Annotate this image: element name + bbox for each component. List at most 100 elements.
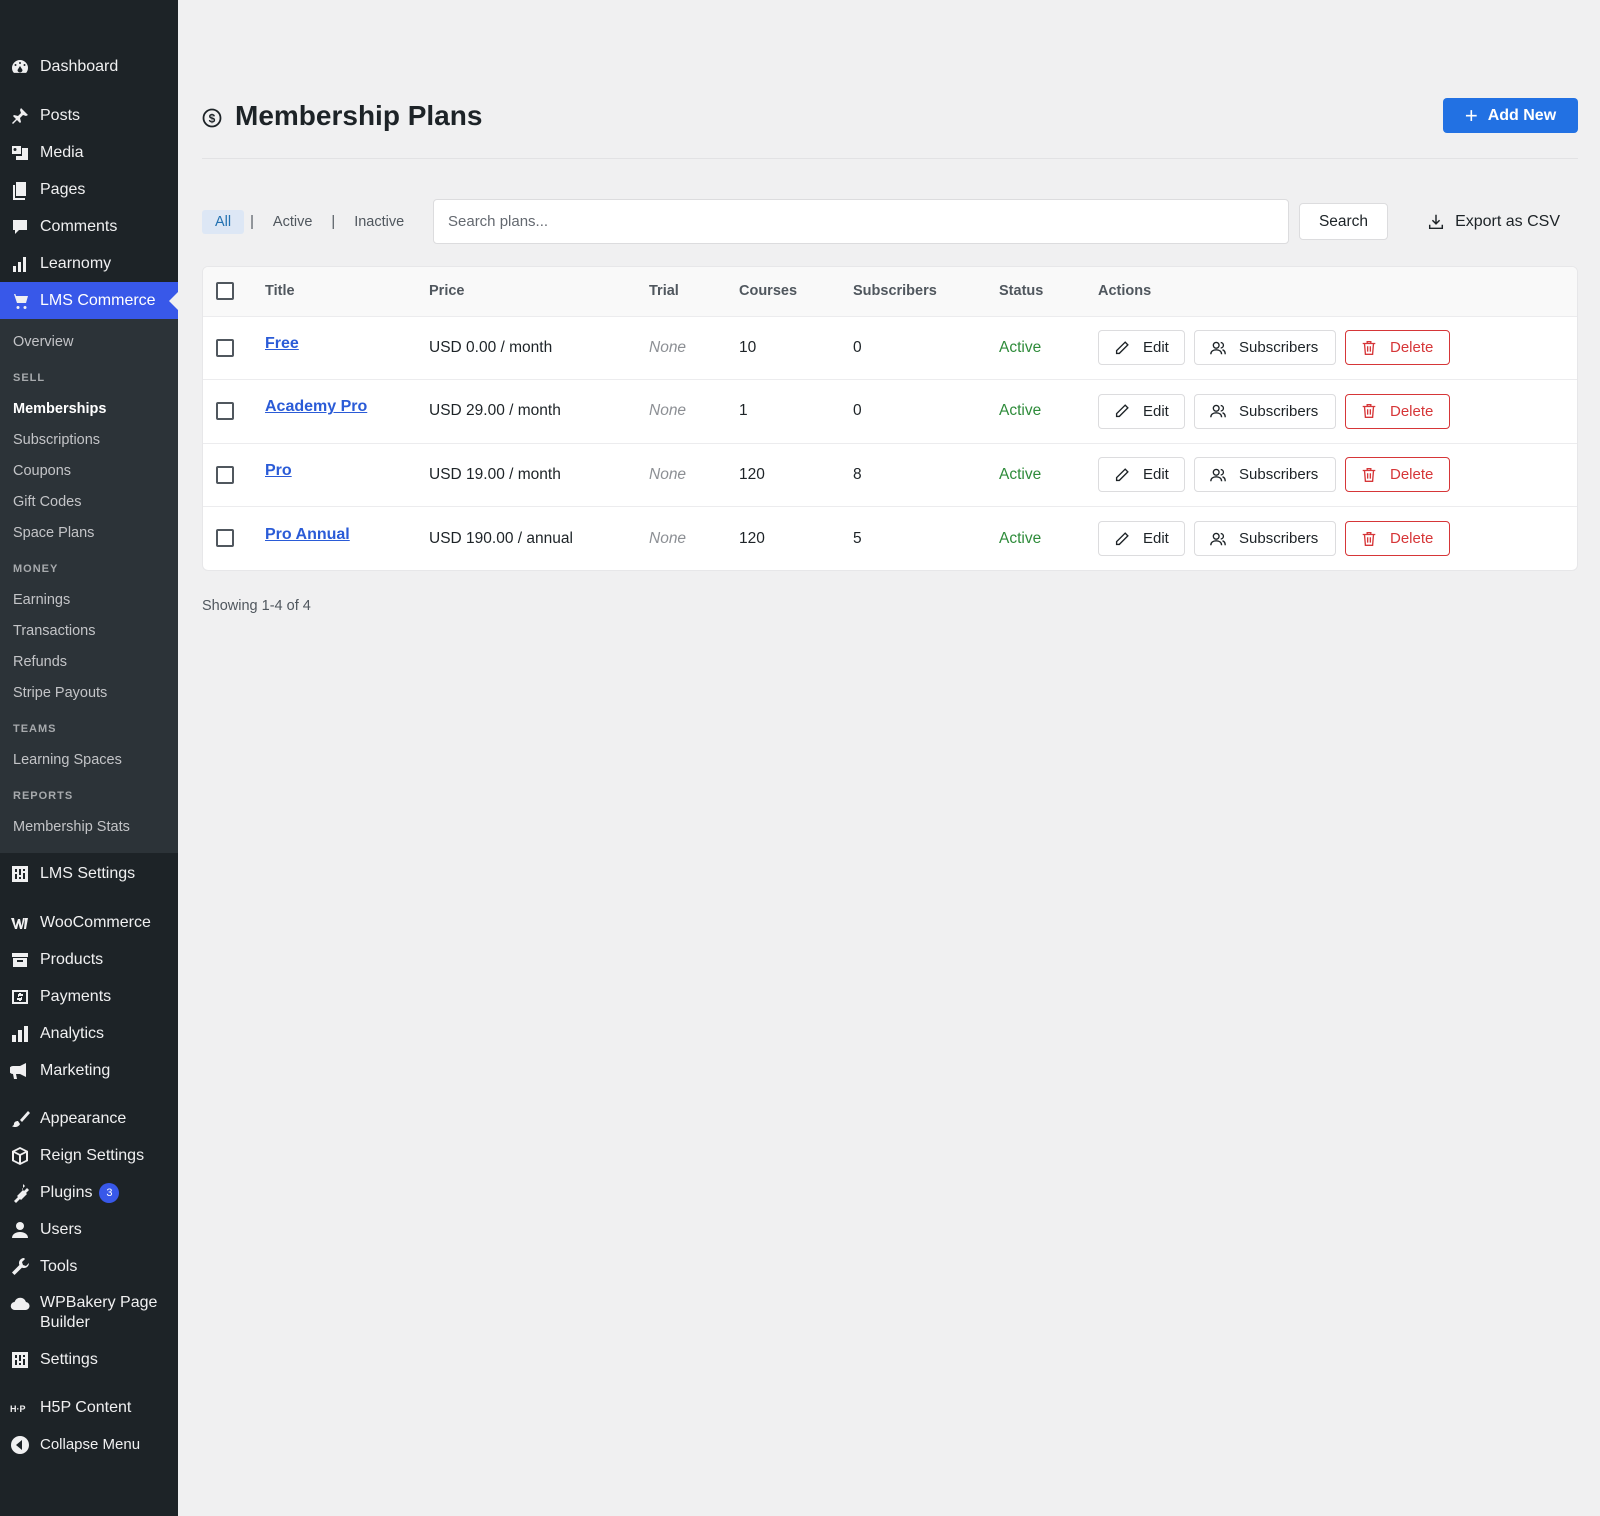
edit-button[interactable]: Edit <box>1098 393 1185 429</box>
view-subscribers-button[interactable]: Subscribers <box>1194 521 1336 556</box>
column-header-subscribers[interactable]: Subscribers <box>853 267 999 317</box>
sidebar-item-users[interactable]: Users <box>0 1211 178 1248</box>
sidebar-item-comments[interactable]: Comments <box>0 208 178 245</box>
table-row: Pro USD 19.00 / month None 120 8 Active Edit Su… <box>203 443 1577 507</box>
submenu-memberships[interactable]: Memberships <box>0 394 178 425</box>
sidebar-item-appearance[interactable]: Appearance <box>0 1100 178 1137</box>
table-row: Academy Pro USD 29.00 / month None 1 0 Active… <box>203 380 1577 443</box>
sidebar-label: Learnomy <box>40 254 112 272</box>
filter-inactive[interactable]: Inactive <box>341 210 417 234</box>
submenu-overview[interactable]: Overview <box>0 327 178 358</box>
sidebar-item-lms-settings[interactable]: LMS Settings <box>0 855 178 893</box>
sidebar-item-marketing[interactable]: Marketing <box>0 1052 178 1089</box>
sidebar-item-plugins[interactable]: Plugins 3 <box>0 1174 178 1211</box>
submenu-heading-sell: SELL <box>13 372 46 384</box>
plan-subscribers: 0 <box>853 402 862 420</box>
row-checkbox[interactable] <box>216 402 234 421</box>
search-input[interactable] <box>433 199 1289 244</box>
sidebar-label: Payments <box>40 987 112 1005</box>
sidebar-item-analytics[interactable]: Analytics <box>0 1015 178 1052</box>
sidebar-collapse-menu[interactable]: Collapse Menu <box>0 1426 178 1463</box>
collapse-icon <box>10 1435 30 1455</box>
sidebar-label: Users <box>40 1220 82 1238</box>
media-icon <box>10 143 30 163</box>
sidebar-item-reign-settings[interactable]: Reign Settings <box>0 1137 178 1174</box>
submenu-membership-stats[interactable]: Membership Stats <box>0 812 178 843</box>
sidebar-label: Tools <box>40 1257 78 1275</box>
sidebar-item-woocommerce[interactable]: WooCommerce <box>0 904 178 941</box>
sidebar-item-h5p[interactable]: H·P H5P Content <box>0 1389 178 1426</box>
page-header: $ Membership Plans + Add New <box>202 98 1578 158</box>
submenu-transactions[interactable]: Transactions <box>0 616 178 647</box>
submenu-earnings[interactable]: Earnings <box>0 585 178 616</box>
submenu-heading-reports: REPORTS <box>13 790 74 802</box>
plan-title-link[interactable]: Pro <box>265 462 292 479</box>
sidebar-label: Media <box>40 143 84 161</box>
plan-courses: 1 <box>739 402 748 420</box>
sidebar-item-media[interactable]: Media <box>0 134 178 171</box>
download-icon <box>1429 214 1444 230</box>
column-header-courses[interactable]: Courses <box>739 267 853 317</box>
svg-text:$: $ <box>209 112 216 126</box>
sidebar-item-lms-commerce[interactable]: LMS Commerce <box>0 282 178 319</box>
view-subscribers-button[interactable]: Subscribers <box>1194 393 1336 429</box>
pencil-icon <box>1115 404 1129 418</box>
pencil-icon <box>1115 340 1129 354</box>
sidebar-item-dashboard[interactable]: Dashboard <box>0 48 178 86</box>
sidebar-label: Products <box>40 950 104 968</box>
pagination-summary: Showing 1-4 of 4 <box>202 598 311 614</box>
column-header-price[interactable]: Price <box>429 267 649 317</box>
sidebar-item-tools[interactable]: Tools <box>0 1248 178 1285</box>
column-header-title[interactable]: Title <box>265 267 429 317</box>
add-new-button[interactable]: + Add New <box>1443 98 1578 133</box>
sidebar-item-products[interactable]: Products <box>0 941 178 978</box>
submenu-stripe-payouts[interactable]: Stripe Payouts <box>0 678 178 709</box>
delete-button[interactable]: Delete <box>1345 330 1450 366</box>
submenu-subscriptions[interactable]: Subscriptions <box>0 425 178 456</box>
sidebar-item-posts[interactable]: Posts <box>0 97 178 134</box>
search-button[interactable]: Search <box>1299 203 1388 240</box>
delete-label: Delete <box>1390 530 1434 547</box>
submenu-coupons[interactable]: Coupons <box>0 456 178 487</box>
column-header-status[interactable]: Status <box>999 267 1098 317</box>
delete-button[interactable]: Delete <box>1345 393 1450 429</box>
row-checkbox[interactable] <box>216 338 234 357</box>
sidebar-label: WooCommerce <box>40 913 151 931</box>
edit-button[interactable]: Edit <box>1098 330 1185 366</box>
settings-icon <box>10 864 30 884</box>
row-checkbox[interactable] <box>216 529 234 548</box>
submenu-space-plans[interactable]: Space Plans <box>0 518 178 549</box>
plan-title-link[interactable]: Free <box>265 335 299 352</box>
plan-courses: 10 <box>739 338 757 356</box>
delete-button[interactable]: Delete <box>1345 521 1450 556</box>
edit-button[interactable]: Edit <box>1098 457 1185 493</box>
view-subscribers-button[interactable]: Subscribers <box>1194 330 1336 366</box>
delete-button[interactable]: Delete <box>1345 457 1450 493</box>
plan-price: USD 190.00 / annual <box>429 529 573 547</box>
sidebar-label: Analytics <box>40 1024 105 1042</box>
edit-label: Edit <box>1143 530 1169 547</box>
sidebar-item-learnomy[interactable]: Learnomy <box>0 245 178 282</box>
sidebar-item-pages[interactable]: Pages <box>0 171 178 208</box>
users-icon <box>1210 532 1226 545</box>
filter-all[interactable]: All <box>202 210 245 234</box>
status-badge: Active <box>999 465 1042 483</box>
row-checkbox[interactable] <box>216 465 234 484</box>
plan-title-link[interactable]: Pro Annual <box>265 526 350 543</box>
edit-button[interactable]: Edit <box>1098 521 1185 556</box>
submenu-refunds[interactable]: Refunds <box>0 647 178 678</box>
cloud-icon <box>10 1294 30 1314</box>
sidebar-item-wpbakery[interactable]: WPBakery Page Builder <box>0 1285 178 1341</box>
plan-title-link[interactable]: Academy Pro <box>265 398 367 415</box>
column-header-trial[interactable]: Trial <box>649 267 739 317</box>
view-subscribers-button[interactable]: Subscribers <box>1194 457 1336 493</box>
select-all-checkbox[interactable] <box>216 282 234 301</box>
sidebar-item-payments[interactable]: Payments <box>0 978 178 1015</box>
h5p-icon: H·P <box>10 1398 30 1418</box>
megaphone-icon <box>10 1061 30 1081</box>
submenu-gift-codes[interactable]: Gift Codes <box>0 487 178 518</box>
filter-active[interactable]: Active <box>260 210 326 234</box>
sidebar-item-settings[interactable]: Settings <box>0 1341 178 1378</box>
submenu-learning-spaces[interactable]: Learning Spaces <box>0 745 178 776</box>
export-csv-button[interactable]: Export as CSV <box>1427 210 1560 234</box>
